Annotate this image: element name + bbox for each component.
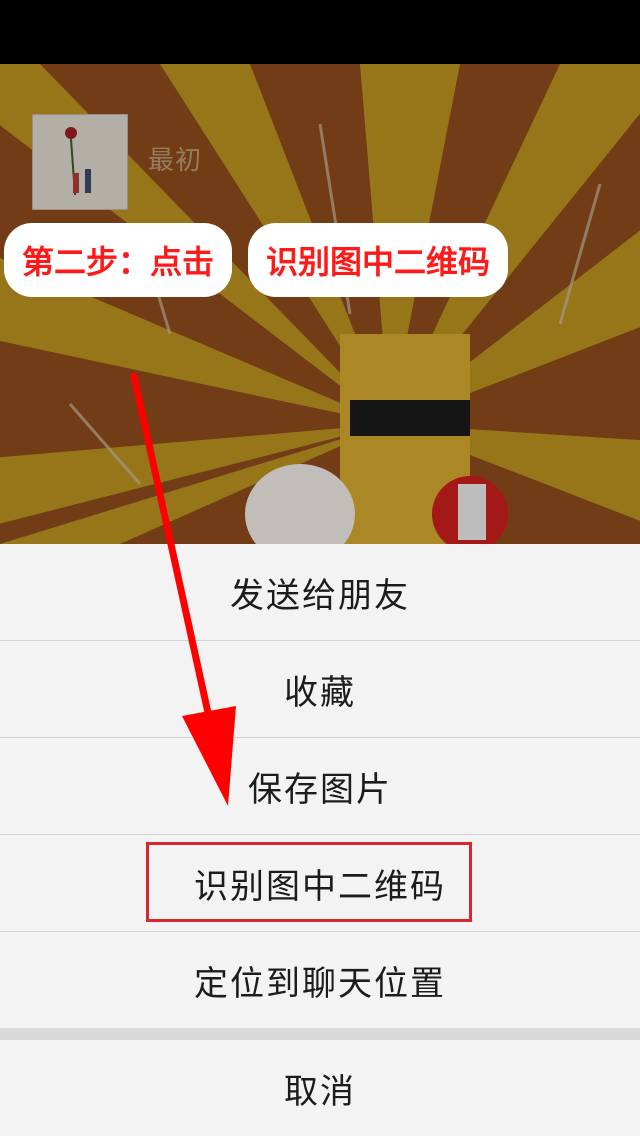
favorite-button[interactable]: 收藏 (0, 641, 640, 738)
save-image-label: 保存图片 (248, 769, 392, 810)
cancel-button[interactable]: 取消 (0, 1040, 640, 1136)
send-to-friend-label: 发送给朋友 (230, 575, 410, 616)
status-bar (0, 0, 640, 64)
sheet-divider (0, 1028, 640, 1040)
highlight-box (146, 842, 472, 922)
annotation-target: 识别图中二维码 (252, 227, 505, 293)
cancel-label: 取消 (284, 1071, 356, 1112)
annotation-label: 第二步：点击 识别图中二维码 (8, 225, 505, 295)
annotation-step: 第二步：点击 (8, 227, 229, 293)
locate-in-chat-label: 定位到聊天位置 (194, 963, 446, 1004)
save-image-button[interactable]: 保存图片 (0, 738, 640, 835)
favorite-label: 收藏 (284, 672, 356, 713)
locate-in-chat-button[interactable]: 定位到聊天位置 (0, 932, 640, 1029)
send-to-friend-button[interactable]: 发送给朋友 (0, 544, 640, 641)
background-image: 最初 (0, 64, 640, 544)
dim-overlay (0, 64, 640, 544)
action-sheet: 发送给朋友 收藏 保存图片 识别图中二维码 定位到聊天位置 取消 (0, 544, 640, 1136)
